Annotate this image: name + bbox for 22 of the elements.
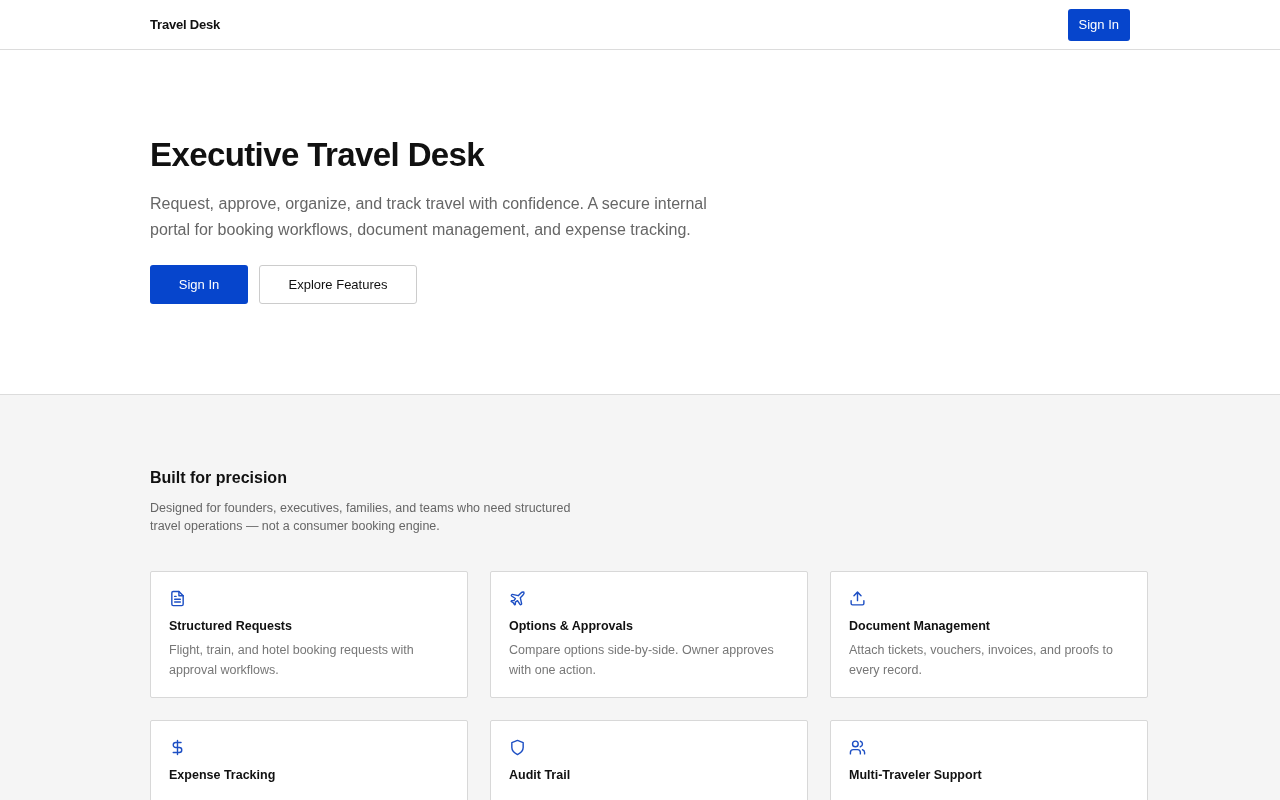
plane-icon xyxy=(509,590,526,607)
feature-title: Audit Trail xyxy=(509,767,572,783)
document-icon xyxy=(169,590,186,607)
hero-title: Executive Travel Desk xyxy=(150,135,486,175)
feature-description: Flight, train, and hotel booking requests with approval workflows. xyxy=(169,642,415,679)
feature-title: Options & Approvals xyxy=(509,618,634,634)
sign-in-button[interactable]: Sign In xyxy=(150,265,248,304)
users-icon xyxy=(849,739,866,756)
feature-description: Attach tickets, vouchers, invoices, and proofs to every record. xyxy=(849,642,1115,679)
shield-icon xyxy=(509,739,526,756)
upload-icon xyxy=(849,590,866,607)
feature-title: Structured Requests xyxy=(169,618,293,634)
section-description: Designed for founders, executives, families, and teams who need structured travel operations — not a consumer booking engine. xyxy=(150,500,572,535)
sign-in-button[interactable]: Sign In xyxy=(1067,8,1130,41)
section-title: Built for precision xyxy=(150,468,288,488)
feature-title: Document Management xyxy=(849,618,991,634)
feature-title: Expense Tracking xyxy=(169,767,277,783)
hero-description: Request, approve, organize, and track travel with confidence. A secure internal portal for booking workflows, document management, and expense tracking. xyxy=(150,194,708,240)
brand-name: Travel Desk xyxy=(150,17,221,32)
feature-title: Multi-Traveler Support xyxy=(849,767,983,783)
explore-features-button[interactable]: Explore Features xyxy=(259,265,417,304)
feature-description: Compare options side-by-side. Owner approves with one action. xyxy=(509,642,775,679)
